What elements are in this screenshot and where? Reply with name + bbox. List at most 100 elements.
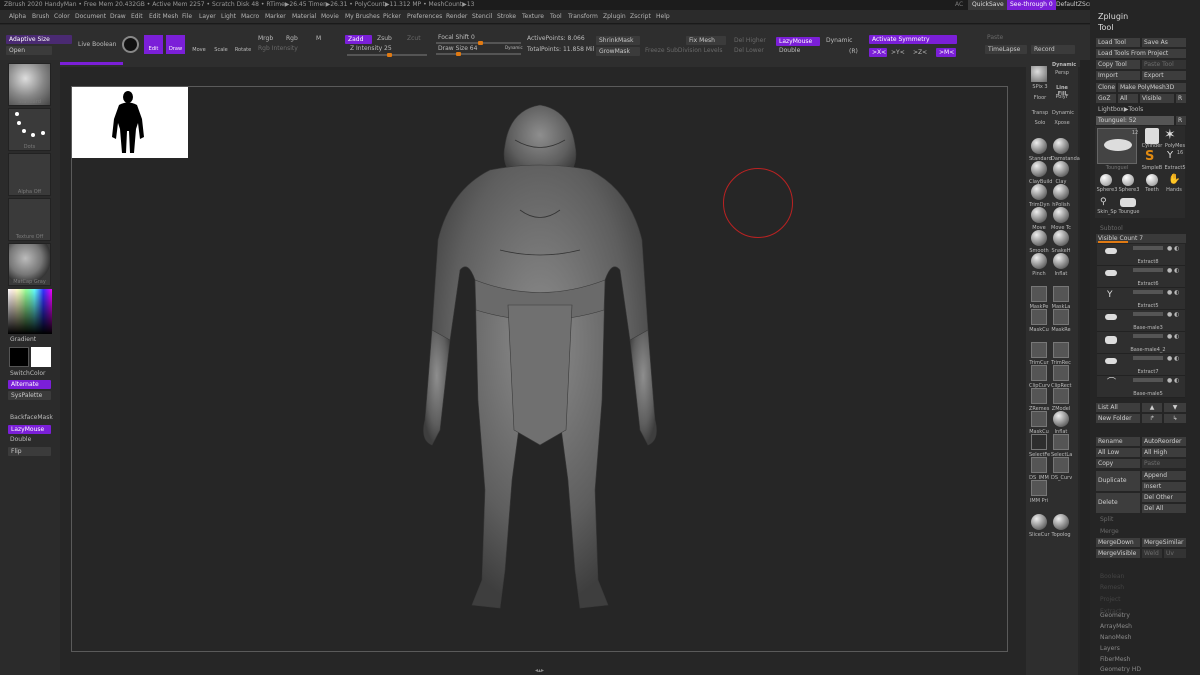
menu-stencil[interactable]: Stencil: [472, 10, 492, 24]
copy-subtool-button[interactable]: Copy: [1096, 459, 1140, 468]
growmask-button[interactable]: GrowMask: [596, 47, 640, 56]
brush-inflat[interactable]: Inflat: [1051, 253, 1071, 280]
timelapse-button[interactable]: TimeLapse: [985, 45, 1027, 54]
main-color-swatch[interactable]: [9, 347, 29, 367]
lazymouse-left-button[interactable]: LazyMouse: [8, 425, 51, 434]
menu-brush[interactable]: Brush: [32, 10, 49, 24]
rgb-button[interactable]: Rgb: [286, 35, 298, 43]
del-all-button[interactable]: Del All: [1142, 504, 1186, 513]
menu-material[interactable]: Material: [292, 10, 316, 24]
bpr-render-icon[interactable]: [1031, 66, 1047, 82]
activate-symmetry-button[interactable]: Activate Symmetry: [869, 35, 957, 44]
all-low-button[interactable]: All Low: [1096, 448, 1140, 457]
move-up-icon[interactable]: ▲: [1142, 403, 1162, 412]
goz-r-button[interactable]: R: [1176, 94, 1186, 103]
goz-all-button[interactable]: All: [1118, 94, 1138, 103]
menu-tool[interactable]: Tool: [550, 10, 562, 24]
backfacemask-button[interactable]: BackfaceMask: [10, 414, 53, 422]
symmetry-y-button[interactable]: >Y<: [891, 49, 905, 57]
autoreorder-button[interactable]: AutoReorder: [1142, 437, 1186, 446]
radial-symmetry-label[interactable]: (R): [849, 48, 858, 56]
syspalette-button[interactable]: SysPalette: [8, 391, 51, 400]
canvas-bottom-arrow-icon[interactable]: ◂▴▸: [535, 667, 544, 675]
brush-maskrect[interactable]: MaskRe: [1051, 309, 1071, 336]
merge-section[interactable]: Merge: [1100, 528, 1119, 536]
tool-thumb-hands[interactable]: ✋: [1168, 174, 1180, 186]
freeze-subdivision-button[interactable]: Freeze SubDivision Levels: [645, 47, 723, 55]
floor-button[interactable]: Floor: [1030, 95, 1050, 101]
gradient-button[interactable]: Gradient: [10, 336, 36, 344]
save-as-button[interactable]: Save As: [1142, 38, 1186, 47]
xpose-button[interactable]: Xpose: [1052, 120, 1072, 126]
menu-draw[interactable]: Draw: [110, 10, 126, 24]
switchcolor-button[interactable]: SwitchColor: [10, 370, 46, 378]
secondary-color-swatch[interactable]: [31, 347, 51, 367]
symmetry-x-button[interactable]: >X<: [869, 48, 887, 57]
mergevisible-button[interactable]: MergeVisible: [1096, 549, 1140, 558]
fix-mesh-button[interactable]: Fix Mesh: [686, 36, 726, 45]
copy-tool-button[interactable]: Copy Tool: [1096, 60, 1140, 69]
menu-help[interactable]: Help: [656, 10, 670, 24]
menu-preferences[interactable]: Preferences: [407, 10, 442, 24]
tool-thumb-sphere3b[interactable]: [1122, 174, 1134, 186]
tool-thumb-cylinder[interactable]: [1145, 128, 1159, 144]
lightbox-tools-button[interactable]: Lightbox▶Tools: [1098, 106, 1143, 114]
move-mode-button[interactable]: Move: [190, 36, 208, 54]
boolean-section[interactable]: Boolean: [1100, 573, 1124, 581]
new-folder-button[interactable]: New Folder: [1096, 414, 1140, 423]
menu-render[interactable]: Render: [446, 10, 467, 24]
record-button[interactable]: Record: [1031, 45, 1075, 54]
menu-movie[interactable]: Movie: [321, 10, 339, 24]
menu-zplugin[interactable]: Zplugin: [603, 10, 626, 24]
paste-subtool-button[interactable]: Paste: [1142, 459, 1186, 468]
tool-thumb-tongue2[interactable]: [1120, 198, 1136, 207]
menu-edit[interactable]: Edit: [131, 10, 143, 24]
delete-button[interactable]: Delete: [1096, 493, 1140, 513]
quicksave-button[interactable]: QuickSave: [968, 0, 1008, 10]
del-other-button[interactable]: Del Other: [1142, 493, 1186, 502]
subtool-section-header[interactable]: Subtool: [1100, 225, 1123, 233]
project-section[interactable]: Project: [1100, 596, 1121, 604]
visible-count-track[interactable]: [1098, 241, 1128, 243]
zcut-button[interactable]: Zcut: [407, 35, 421, 43]
edit-mode-button[interactable]: Edit: [144, 35, 163, 54]
double-left-button[interactable]: Double: [10, 436, 31, 444]
draw-size-track[interactable]: [436, 52, 521, 56]
tool-thumb-sphere3a[interactable]: [1100, 174, 1112, 186]
make-polymesh3d-button[interactable]: Make PolyMesh3D: [1118, 83, 1186, 92]
focal-shift-slider[interactable]: Focal Shift 0: [438, 34, 475, 42]
brush-imm-primitives[interactable]: IMM Pri: [1029, 480, 1049, 507]
zplugin-palette-header[interactable]: Zplugin: [1090, 12, 1200, 22]
goz-button[interactable]: GoZ: [1096, 94, 1116, 103]
mrgb-button[interactable]: Mrgb: [258, 35, 273, 43]
menu-picker[interactable]: Picker: [383, 10, 401, 24]
geometry-section[interactable]: Geometry: [1100, 610, 1130, 621]
polyf-button[interactable]: PolyF: [1052, 94, 1072, 100]
list-all-button[interactable]: List All: [1096, 403, 1140, 412]
remesh-section[interactable]: Remesh: [1100, 584, 1124, 592]
import-button[interactable]: Import: [1096, 71, 1140, 80]
load-tool-button[interactable]: Load Tool: [1096, 38, 1140, 47]
all-high-button[interactable]: All High: [1142, 448, 1186, 457]
split-section[interactable]: Split: [1100, 516, 1113, 524]
dynamic-size-toggle[interactable]: Dynamic: [505, 44, 523, 52]
arraymesh-section[interactable]: ArrayMesh: [1100, 621, 1132, 632]
persp-button[interactable]: Persp: [1052, 70, 1072, 76]
dynamic-button[interactable]: Dynamic: [826, 37, 852, 45]
rename-button[interactable]: Rename: [1096, 437, 1140, 446]
lazymouse-button[interactable]: LazyMouse: [776, 37, 820, 46]
geometry-hd-section[interactable]: Geometry HD: [1100, 664, 1141, 675]
uv-button[interactable]: Uv: [1164, 549, 1186, 558]
navigation-thumbnail[interactable]: [72, 87, 188, 158]
brush-slicecurve[interactable]: SliceCur: [1029, 514, 1050, 541]
menu-edit-mesh[interactable]: Edit Mesh: [149, 10, 178, 24]
open-button[interactable]: Open: [6, 46, 52, 55]
menu-macro[interactable]: Macro: [241, 10, 259, 24]
flip-button[interactable]: Flip: [8, 447, 51, 456]
menu-my-brushes[interactable]: My Brushes: [345, 10, 380, 24]
right-scrollbar[interactable]: [1080, 60, 1090, 675]
live-boolean-label[interactable]: Live Boolean: [78, 41, 116, 49]
transp-button[interactable]: Transp: [1030, 110, 1050, 116]
tool-thumb-skin[interactable]: ⚲: [1100, 196, 1112, 208]
del-lower-button[interactable]: Del Lower: [734, 47, 764, 55]
